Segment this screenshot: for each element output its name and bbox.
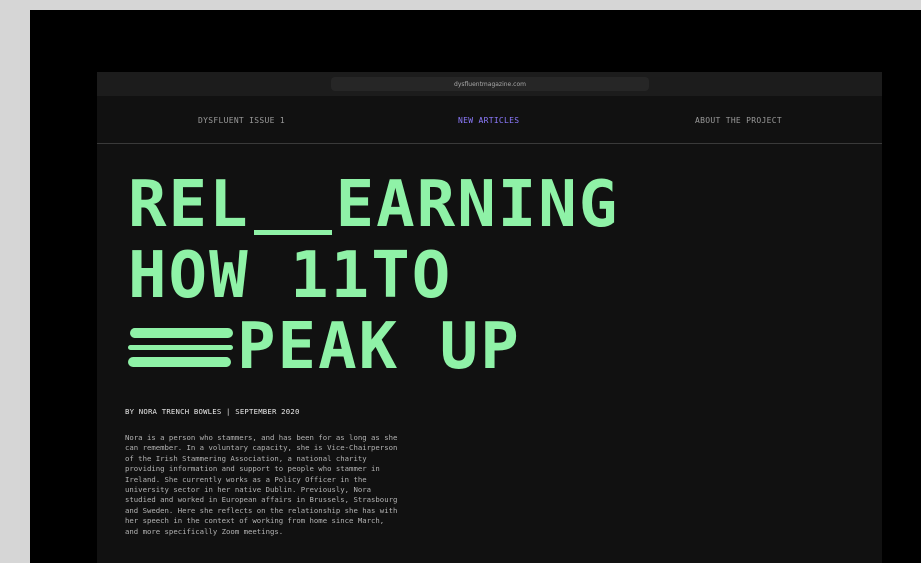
nav-link-new-articles[interactable]: NEW ARTICLES <box>458 116 519 125</box>
address-bar[interactable]: dysfluentmagazine.com <box>331 77 649 91</box>
bio-line: and more specifically Zoom meetings. <box>125 526 284 536</box>
article-byline: BY NORA TRENCH BOWLES | SEPTEMBER 2020 <box>125 407 300 416</box>
bio-line: Ireland. She currently works as a Policy… <box>125 474 367 484</box>
bio-line: can remember. In a voluntary capacity, s… <box>125 443 398 453</box>
bio-line: and Sweden. Here she reflects on the rel… <box>125 505 398 515</box>
site-nav: DYSFLUENT ISSUE 1 NEW ARTICLES ABOUT THE… <box>97 96 882 144</box>
headline-line-1: REL EARNING <box>128 170 619 241</box>
bio-line: studied and worked in European affairs i… <box>125 495 398 505</box>
bio-line: providing information and support to peo… <box>125 464 380 474</box>
stretched-s-glyph <box>128 323 233 373</box>
headline-fragment-rel: REL <box>128 168 250 242</box>
article-headline: REL EARNING HOW 11TO PEAK UP <box>128 170 619 383</box>
stretched-underline-glyph <box>253 229 332 235</box>
bio-line: university sector in her native Dublin. … <box>125 485 372 495</box>
bio-line: her speech in the context of working fro… <box>125 516 385 526</box>
headline-fragment-peak-up: PEAK UP <box>237 310 521 384</box>
browser-window: dysfluentmagazine.com DYSFLUENT ISSUE 1 … <box>97 72 882 563</box>
author-bio: Nora is a person who stammers, and has b… <box>125 433 455 537</box>
browser-toolbar: dysfluentmagazine.com <box>97 72 882 96</box>
headline-line-3: PEAK UP <box>128 312 619 383</box>
headline-fragment-earning: EARNING <box>335 168 620 242</box>
nav-link-about[interactable]: ABOUT THE PROJECT <box>695 116 782 125</box>
bio-line: Nora is a person who stammers, and has b… <box>125 433 398 442</box>
headline-line-2: HOW 11TO <box>128 239 453 313</box>
nav-link-issue[interactable]: DYSFLUENT ISSUE 1 <box>198 116 285 125</box>
bio-line: of the Irish Stammering Association, a n… <box>125 453 367 463</box>
